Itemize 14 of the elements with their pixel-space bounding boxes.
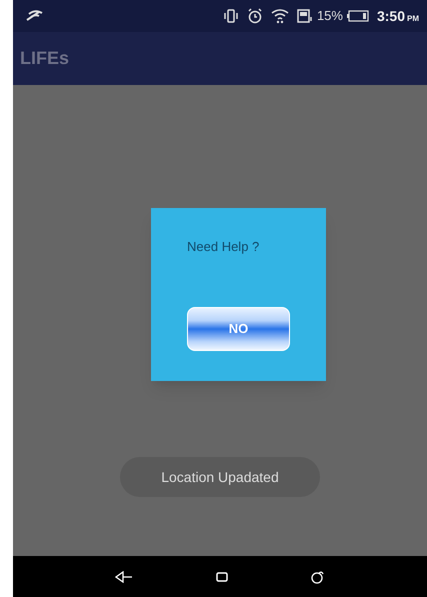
clock: 3:50 PM xyxy=(376,6,419,26)
no-button[interactable]: NO xyxy=(187,306,290,350)
recent-apps-icon[interactable] xyxy=(311,570,326,584)
app-title: LIFEs xyxy=(20,47,70,70)
alarm-icon xyxy=(246,8,263,24)
wifi-icon xyxy=(270,8,289,24)
back-icon[interactable] xyxy=(114,570,133,582)
battery-icon xyxy=(346,10,369,22)
home-icon[interactable] xyxy=(216,572,228,582)
dialog-message: Need Help ? xyxy=(187,238,260,256)
toast-text: Location Upadated xyxy=(161,468,279,487)
sim-card-icon xyxy=(296,8,313,24)
vibrate-icon xyxy=(222,9,239,23)
battery-percent: 15% xyxy=(316,7,343,26)
